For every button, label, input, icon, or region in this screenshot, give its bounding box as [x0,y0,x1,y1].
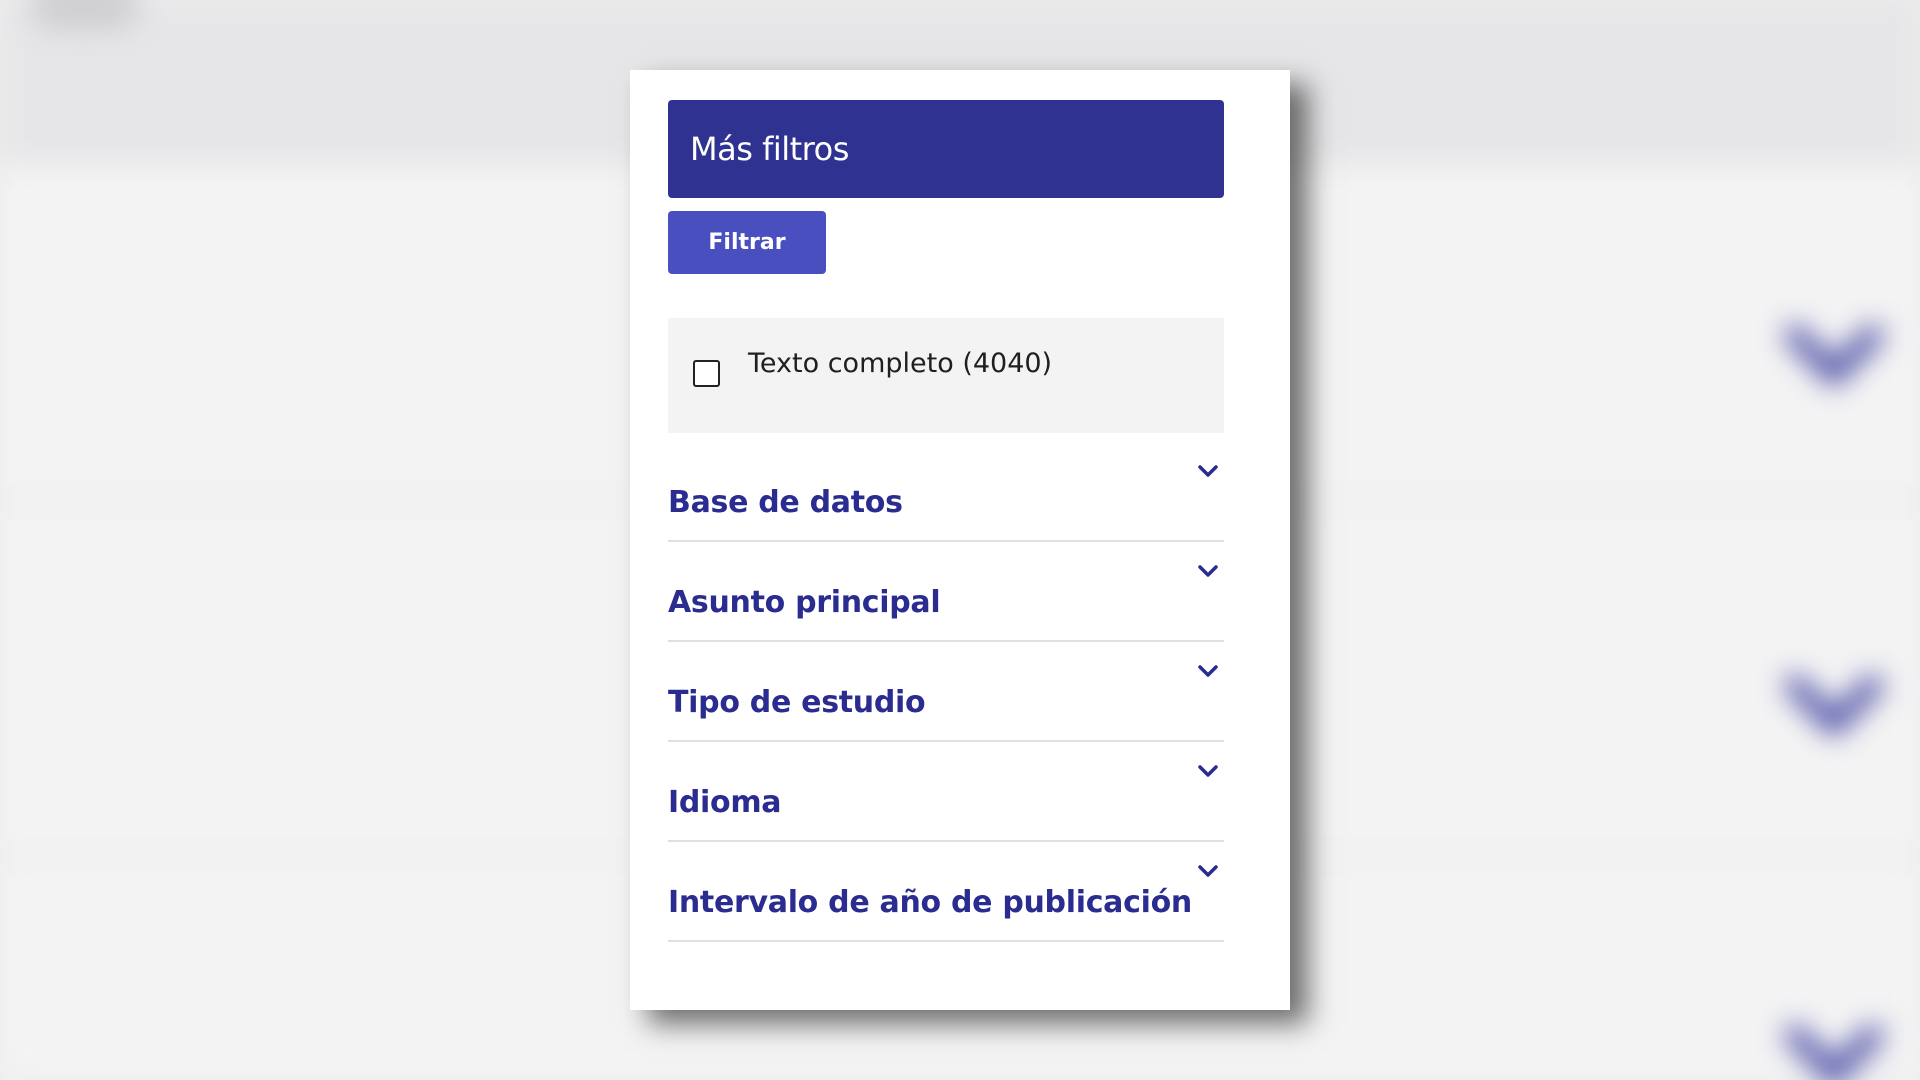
facet-label[interactable]: Intervalo de año de publicación [668,885,1192,920]
background-chevron-icon [1783,285,1885,387]
facet-main-subject[interactable]: Asunto principal [668,542,1224,642]
background-logo [30,0,140,30]
facet-publication-year-range[interactable]: Intervalo de año de publicación [668,842,1224,942]
more-filters-panel: Más filtros Filtrar Texto completo (4040… [630,70,1290,1010]
facet-label[interactable]: Tipo de estudio [668,685,926,720]
filter-button[interactable]: Filtrar [668,211,826,274]
background-chevron-icon [1783,985,1885,1080]
full-text-label[interactable]: Texto completo (4040) [748,348,1052,379]
chevron-down-icon[interactable] [1198,464,1218,488]
panel-title: Más filtros [690,130,849,168]
facet-label[interactable]: Idioma [668,785,782,820]
facet-label[interactable]: Asunto principal [668,585,941,620]
facet-database[interactable]: Base de datos [668,442,1224,542]
facet-accordion: Base de datos Asunto principal Tipo de e… [668,442,1224,942]
facet-study-type[interactable]: Tipo de estudio [668,642,1224,742]
full-text-filter[interactable]: Texto completo (4040) [668,318,1224,433]
panel-header: Más filtros [668,100,1224,198]
facet-language[interactable]: Idioma [668,742,1224,842]
background-chevron-icon [1783,635,1885,737]
chevron-down-icon[interactable] [1198,564,1218,588]
chevron-down-icon[interactable] [1198,764,1218,788]
chevron-down-icon[interactable] [1198,664,1218,688]
full-text-checkbox[interactable] [693,360,720,387]
facet-label[interactable]: Base de datos [668,485,903,520]
chevron-down-icon[interactable] [1198,864,1218,888]
